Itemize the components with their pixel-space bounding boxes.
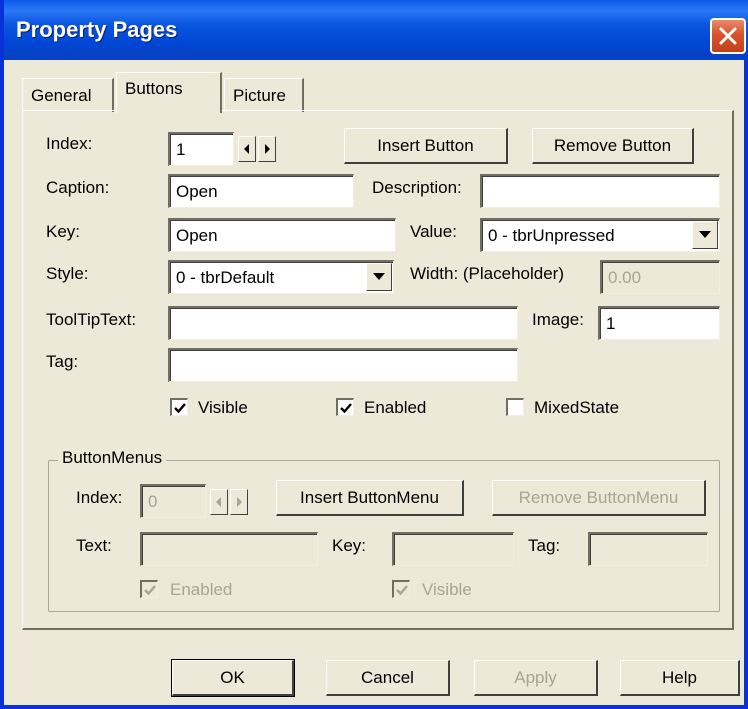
style-selected-text: 0 - tbrDefault: [176, 268, 275, 287]
arrow-right-icon: [237, 497, 242, 507]
apply-button: Apply: [474, 660, 598, 696]
style-dropdown-button[interactable]: [366, 263, 392, 291]
enabled-label: Enabled: [364, 398, 427, 417]
image-input[interactable]: 1: [598, 306, 720, 340]
tab-buttons-label: Buttons: [125, 79, 183, 98]
property-pages-dialog: Property Pages General Buttons Picture I…: [0, 0, 748, 709]
tab-picture-label: Picture: [233, 86, 286, 105]
menu-key-input: [392, 532, 514, 566]
mixedstate-label: MixedState: [534, 398, 620, 417]
title-bar[interactable]: Property Pages: [4, 0, 748, 60]
tab-buttons[interactable]: Buttons: [116, 72, 222, 113]
index-spin-left[interactable]: [238, 136, 256, 162]
cancel-button[interactable]: Cancel: [326, 660, 450, 696]
remove-buttonmenu-button: Remove ButtonMenu: [492, 480, 706, 516]
tag-input[interactable]: [168, 348, 518, 382]
arrow-right-icon: [265, 144, 270, 154]
index-input[interactable]: 1: [168, 132, 234, 166]
remove-button-button[interactable]: Remove Button: [532, 128, 694, 164]
checkmark-icon: [340, 403, 352, 414]
checkmark-icon: [174, 403, 186, 414]
close-icon: [719, 27, 737, 45]
caption-label: Caption:: [46, 178, 110, 197]
description-input[interactable]: [480, 174, 720, 208]
index-label: Index:: [46, 134, 93, 153]
style-select[interactable]: 0 - tbrDefault: [168, 260, 394, 294]
arrow-left-icon: [216, 497, 221, 507]
tooltip-label: ToolTipText:: [46, 310, 137, 329]
tab-general-label: General: [31, 86, 92, 105]
insert-buttonmenu-button[interactable]: Insert ButtonMenu: [276, 480, 464, 516]
chevron-down-icon: [373, 273, 385, 280]
close-button[interactable]: [710, 18, 746, 54]
caption-input[interactable]: Open: [168, 174, 354, 208]
value-selected-text: 0 - tbrUnpressed: [488, 226, 615, 245]
mixedstate-checkbox[interactable]: [506, 398, 524, 416]
menu-tag-label: Tag:: [528, 536, 561, 555]
tab-picture[interactable]: Picture: [224, 78, 304, 112]
menu-index-label: Index:: [76, 488, 123, 507]
menu-text-label: Text:: [76, 536, 112, 555]
menu-enabled-label: Enabled: [170, 580, 233, 599]
value-label: Value:: [410, 222, 457, 241]
menu-tag-input: [588, 532, 708, 566]
width-label: Width: (Placeholder): [410, 264, 565, 283]
tooltip-input[interactable]: [168, 306, 518, 340]
tag-label: Tag:: [46, 352, 79, 371]
window-title: Property Pages: [16, 17, 178, 42]
visible-checkbox[interactable]: [170, 398, 188, 416]
visible-label: Visible: [198, 398, 248, 417]
menu-key-label: Key:: [332, 536, 367, 555]
help-button[interactable]: Help: [620, 660, 740, 696]
index-spin-right[interactable]: [258, 136, 276, 162]
width-input: 0.00: [600, 260, 720, 294]
insert-button-button[interactable]: Insert Button: [344, 128, 508, 164]
tab-general[interactable]: General: [22, 78, 114, 112]
checkmark-icon: [396, 585, 408, 596]
image-label: Image:: [532, 310, 584, 329]
menu-visible-label: Visible: [422, 580, 472, 599]
enabled-checkbox[interactable]: [336, 398, 354, 416]
menu-enabled-checkbox: [140, 580, 158, 598]
buttonmenus-group-title: ButtonMenus: [58, 448, 167, 468]
description-label: Description:: [372, 178, 462, 197]
menu-visible-checkbox: [392, 580, 410, 598]
menu-index-spin-left: [210, 489, 228, 515]
value-select[interactable]: 0 - tbrUnpressed: [480, 218, 720, 252]
menu-index-spin-right: [230, 489, 248, 515]
menu-text-input: [140, 532, 318, 566]
checkmark-icon: [144, 585, 156, 596]
style-label: Style:: [46, 264, 89, 283]
key-label: Key:: [46, 222, 81, 241]
chevron-down-icon: [699, 231, 711, 238]
key-input[interactable]: Open: [168, 218, 396, 252]
value-dropdown-button[interactable]: [692, 221, 718, 249]
ok-button[interactable]: OK: [171, 659, 295, 697]
menu-index-input: 0: [140, 484, 206, 518]
arrow-left-icon: [244, 144, 249, 154]
